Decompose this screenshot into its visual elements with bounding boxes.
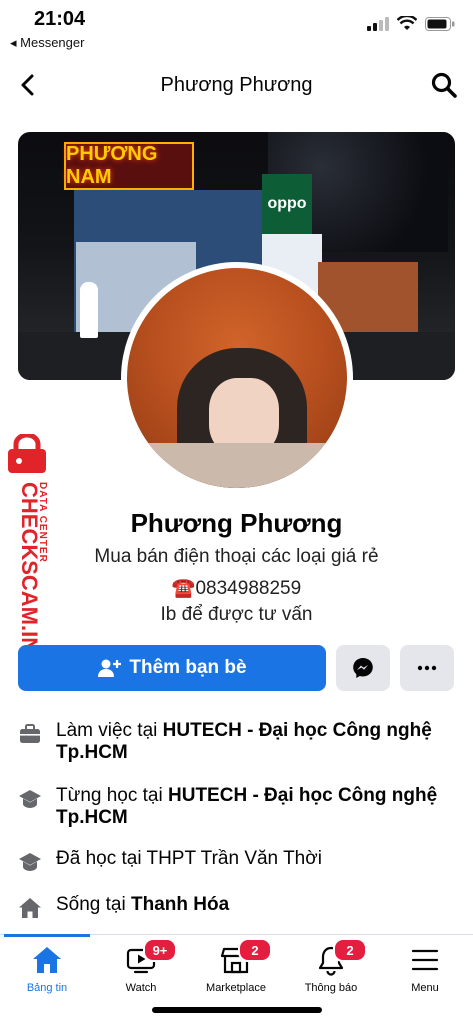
- wifi-icon: [397, 16, 417, 30]
- tab-notifications[interactable]: 2 Thông báo: [284, 938, 378, 1004]
- tab-label: Bảng tin: [26, 982, 68, 994]
- detail-work[interactable]: Làm việc tại HUTECH - Đại học Công nghệ …: [18, 720, 458, 764]
- status-icons: [367, 16, 455, 31]
- avatar[interactable]: [127, 268, 347, 488]
- notification-badge: 2: [238, 938, 272, 962]
- ellipsis-icon: [417, 665, 437, 671]
- menu-icon: [411, 949, 439, 971]
- page-title: Phương Phương: [160, 74, 313, 96]
- add-friend-label: Thêm bạn bè: [129, 657, 247, 678]
- tab-label: Thông báo: [304, 982, 358, 994]
- tab-menu[interactable]: Menu: [378, 944, 472, 1004]
- tab-label: Menu: [411, 982, 439, 994]
- cover-person: [80, 282, 98, 338]
- padlock-icon: [8, 434, 46, 473]
- top-nav-bar: Phương Phương: [0, 60, 473, 110]
- profile-name: Phương Phương: [130, 508, 343, 538]
- home-icon: [33, 947, 61, 973]
- detail-lives-text: Sống tại Thanh Hóa: [56, 894, 230, 915]
- cellular-signal-icon: [367, 16, 389, 31]
- cover-shop-sign: PHƯƠNG NAM: [64, 142, 194, 190]
- detail-work-text: Làm việc tại HUTECH - Đại học Công nghệ …: [56, 720, 432, 763]
- notification-badge: 2: [333, 938, 367, 962]
- bio-phone: ☎️0834988259: [171, 578, 302, 599]
- bio-line: Ib để được tư vấn: [160, 604, 313, 625]
- detail-studied-text: Từng học tại HUTECH - Đại học Công nghệ …: [56, 785, 438, 828]
- active-tab-indicator: [4, 934, 90, 937]
- graduation-cap-icon: [19, 790, 41, 808]
- detail-school-text: Đã học tại THPT Trần Văn Thời: [56, 848, 322, 869]
- search-icon[interactable]: [429, 70, 459, 100]
- notification-badge: 9+: [143, 938, 177, 962]
- more-options-button[interactable]: [400, 645, 454, 691]
- detail-lives[interactable]: Sống tại Thanh Hóa: [18, 894, 458, 920]
- tab-label: Watch: [125, 982, 157, 994]
- avatar-shirt: [127, 443, 347, 488]
- detail-school[interactable]: Đã học tại THPT Trần Văn Thời: [18, 848, 458, 874]
- tab-news-feed[interactable]: Bảng tin: [0, 944, 94, 1004]
- cover-oppo-sign: oppo: [262, 174, 312, 234]
- home-indicator: [152, 1007, 322, 1013]
- graduation-cap-icon: [19, 853, 41, 871]
- messenger-icon: [353, 658, 373, 678]
- tab-marketplace[interactable]: 2 Marketplace: [189, 938, 283, 1004]
- message-button[interactable]: [336, 645, 390, 691]
- battery-icon: [425, 16, 455, 31]
- briefcase-icon: [20, 724, 40, 743]
- house-icon: [19, 898, 41, 918]
- status-time: 21:04: [34, 8, 86, 30]
- detail-studied[interactable]: Từng học tại HUTECH - Đại học Công nghệ …: [18, 785, 458, 829]
- back-to-messenger-link[interactable]: ◂ Messenger: [10, 35, 84, 51]
- add-friend-icon: [98, 659, 122, 677]
- tab-label: Marketplace: [206, 982, 266, 994]
- bio-line: Mua bán điện thoại các loại giá rẻ: [94, 546, 379, 567]
- tab-watch[interactable]: 9+ Watch: [94, 938, 188, 1004]
- add-friend-button[interactable]: Thêm bạn bè: [18, 645, 326, 691]
